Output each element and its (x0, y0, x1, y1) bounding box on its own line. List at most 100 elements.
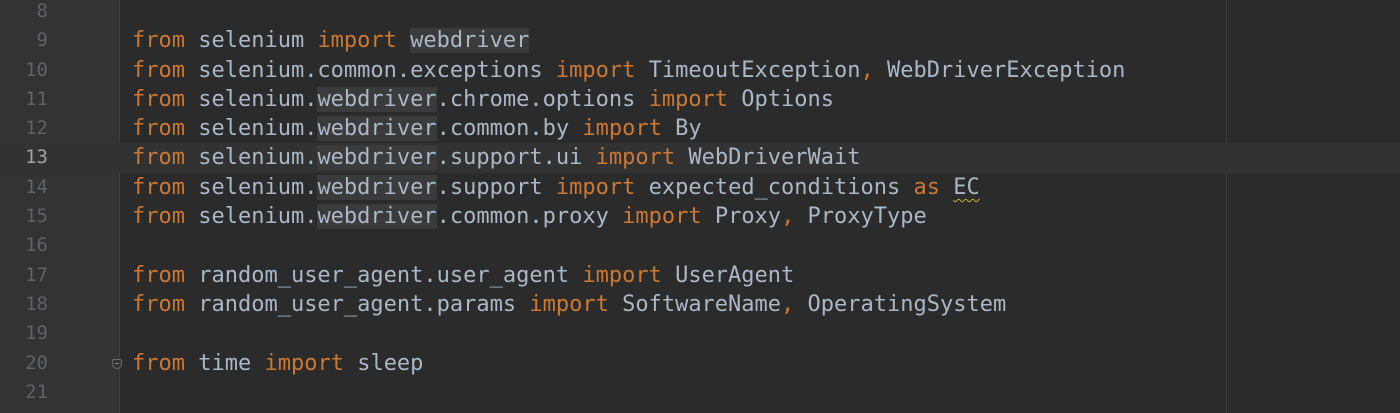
line-number: 16 (25, 234, 48, 257)
code-text[interactable]: from selenium.webdriver.support import e… (132, 173, 980, 202)
keyword-token: from (132, 116, 185, 142)
line-number: 8 (36, 0, 48, 22)
keyword-token: import (648, 86, 729, 112)
keyword-token: import (555, 174, 636, 200)
keyword-token: , (860, 57, 874, 83)
identifier-token: sleep (343, 350, 424, 376)
code-line[interactable]: 21 (0, 378, 1400, 407)
identifier-token: Proxy (701, 204, 782, 230)
keyword-token: import (595, 145, 676, 171)
identifier-token: selenium. (184, 116, 318, 142)
keyword-token: import (622, 204, 702, 230)
code-text[interactable]: from selenium.webdriver.support.ui impor… (132, 143, 861, 172)
identifier-token: selenium (184, 28, 318, 54)
identifier-token: selenium. (184, 174, 318, 200)
code-editor[interactable]: 8 9 from selenium import webdriver 10 from s… (0, 0, 1400, 413)
identifier-token: OperatingSystem (794, 291, 1007, 317)
code-lines[interactable]: 8 9 from selenium import webdriver 10 from s… (0, 0, 1400, 407)
identifier-token: webdriver (317, 86, 437, 112)
code-line[interactable]: 17 from random_user_agent.user_agent impo… (0, 261, 1400, 290)
identifier-token: .common.proxy (436, 204, 623, 230)
keyword-token: import (555, 57, 636, 83)
keyword-token: as (913, 174, 941, 200)
keyword-token: import (582, 262, 662, 288)
keyword-token: from (132, 174, 185, 200)
line-number: 19 (25, 322, 48, 345)
code-line[interactable]: 9 from selenium import webdriver (0, 26, 1400, 55)
identifier-token: SoftwareName (608, 291, 782, 317)
keyword-token: from (132, 204, 185, 230)
identifier-token (940, 175, 953, 200)
keyword-token: import (582, 116, 662, 142)
identifier-token: UserAgent (661, 262, 795, 288)
code-line[interactable]: 14 from selenium.webdriver.support import… (0, 173, 1400, 202)
code-text[interactable]: from selenium.common.exceptions import T… (132, 56, 1125, 85)
code-line[interactable]: 8 (0, 0, 1400, 26)
keyword-token: from (132, 57, 185, 83)
line-number: 14 (25, 175, 48, 198)
code-line[interactable]: 19 (0, 319, 1400, 348)
keyword-token: import (529, 291, 609, 317)
identifier-token: random_user_agent.user_agent (184, 262, 583, 288)
code-line[interactable]: 15 from selenium.webdriver.common.proxy i… (0, 202, 1400, 231)
identifier-token: WebDriverException (873, 57, 1126, 83)
line-number: 11 (25, 87, 48, 110)
identifier-token: webdriver (317, 204, 437, 230)
identifier-token: Options (728, 86, 835, 112)
identifier-token: selenium. (184, 204, 318, 230)
keyword-token: from (132, 291, 185, 317)
code-text[interactable]: from selenium import webdriver (132, 26, 530, 55)
fold-toggle-icon[interactable] (112, 358, 122, 369)
identifier-token: time (184, 350, 265, 376)
keyword-token: import (317, 28, 397, 54)
line-number: 17 (25, 263, 48, 286)
line-number: 13 (25, 146, 48, 169)
code-line[interactable]: 12 from selenium.webdriver.common.by impo… (0, 114, 1400, 143)
keyword-token: from (132, 145, 185, 171)
line-number: 9 (36, 29, 48, 52)
code-line[interactable]: 11 from selenium.webdriver.chrome.options… (0, 85, 1400, 114)
line-number: 15 (25, 205, 48, 228)
identifier-token: .support (436, 174, 556, 200)
code-line[interactable]: 10 from selenium.common.exceptions import… (0, 56, 1400, 85)
line-number: 10 (25, 58, 48, 81)
code-text[interactable]: from random_user_agent.user_agent import… (132, 261, 794, 290)
identifier-token: WebDriverWait (675, 145, 861, 171)
identifier-token: .common.by (436, 116, 583, 142)
keyword-token: from (132, 350, 185, 376)
code-text[interactable]: from random_user_agent.params import Sof… (132, 290, 1006, 319)
identifier-token: TimeoutException (635, 57, 861, 83)
code-text[interactable]: from time import sleep (132, 349, 423, 378)
line-number: 21 (25, 380, 48, 403)
identifier-token: By (661, 116, 702, 142)
identifier-token: selenium.common.exceptions (184, 57, 556, 83)
identifier-token (397, 28, 410, 53)
line-number: 20 (25, 351, 48, 374)
keyword-token: import (264, 350, 344, 376)
identifier-token: webdriver (317, 145, 437, 171)
identifier-token: EC (953, 174, 980, 200)
keyword-token: from (132, 262, 185, 288)
identifier-token: ProxyType (794, 204, 927, 230)
code-text[interactable]: from selenium.webdriver.common.proxy imp… (132, 202, 927, 231)
current-code-line[interactable]: 13 from selenium.webdriver.support.ui imp… (0, 143, 1400, 173)
keyword-token: , (781, 291, 795, 317)
identifier-token: webdriver (410, 28, 530, 54)
code-line[interactable]: 20 from time import sleep (0, 349, 1400, 378)
code-line[interactable]: 16 (0, 231, 1400, 260)
code-text[interactable]: from selenium.webdriver.common.by import… (132, 114, 702, 143)
identifier-token: .chrome.options (436, 86, 649, 112)
code-line[interactable]: 18 from random_user_agent.params import S… (0, 290, 1400, 319)
keyword-token: from (132, 28, 185, 54)
keyword-token: , (781, 204, 795, 230)
line-number: 18 (25, 292, 48, 315)
identifier-token: webdriver (317, 174, 437, 200)
identifier-token: expected_conditions (635, 174, 914, 200)
identifier-token: .support.ui (436, 145, 596, 171)
identifier-token: random_user_agent.params (184, 291, 530, 317)
line-number: 12 (25, 117, 48, 140)
identifier-token: selenium. (184, 145, 318, 171)
identifier-token: selenium. (184, 86, 318, 112)
keyword-token: from (132, 86, 185, 112)
code-text[interactable]: from selenium.webdriver.chrome.options i… (132, 85, 834, 114)
